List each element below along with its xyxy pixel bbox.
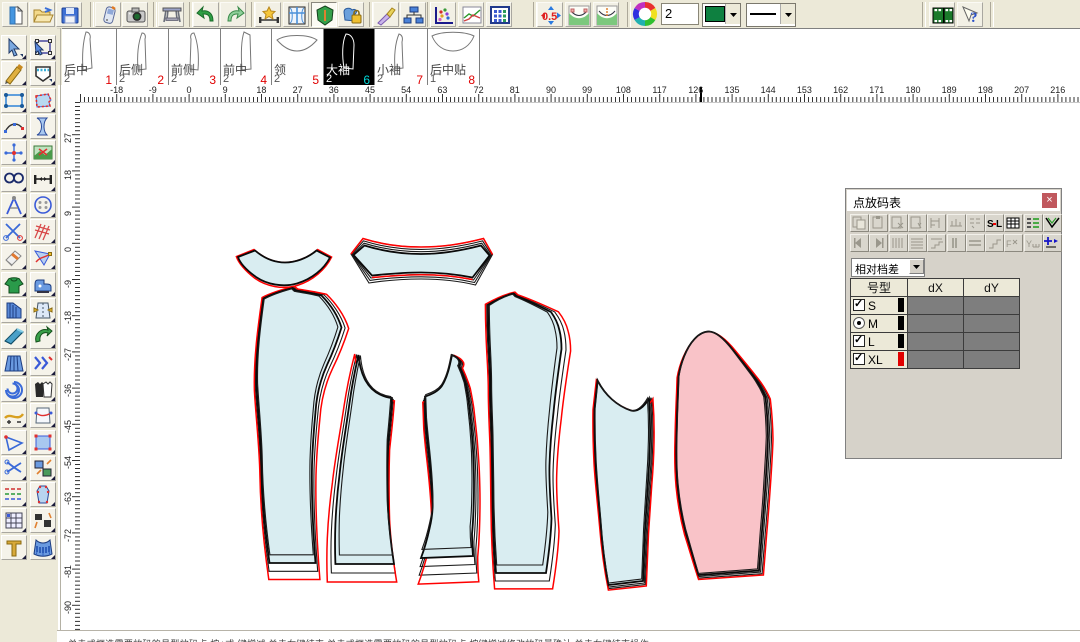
svg-text:Y: Y (1026, 239, 1032, 249)
svg-text:S: S (987, 219, 994, 230)
svg-text:F: F (1006, 239, 1012, 249)
svg-text:L: L (996, 219, 1002, 230)
